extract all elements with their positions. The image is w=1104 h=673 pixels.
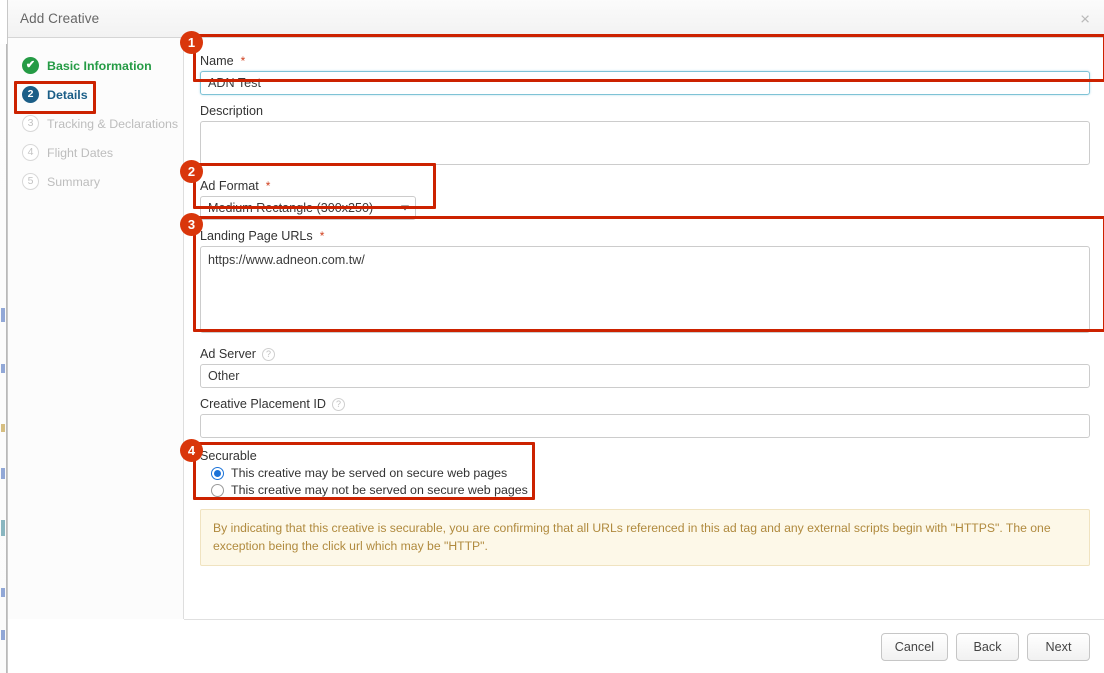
ad-server-input[interactable] — [200, 364, 1090, 388]
required-marker: * — [240, 54, 246, 68]
background-fleck — [1, 364, 5, 373]
ad-format-label: Ad Format * — [200, 179, 1090, 193]
background-fleck — [1, 424, 5, 432]
next-button[interactable]: Next — [1027, 632, 1090, 661]
radio-icon-selected[interactable] — [211, 466, 224, 480]
modal-footer: Cancel Back Next — [184, 619, 1104, 673]
landing-page-urls-field-group: Landing Page URLs * https://www.adneon.co… — [200, 229, 1090, 338]
sidebar-item-summary[interactable]: 5 Summary — [8, 167, 183, 196]
step-number-badge: 3 — [22, 115, 39, 132]
name-label: Name * — [200, 54, 1090, 68]
ad-format-label-text: Ad Format — [200, 179, 259, 193]
landing-page-urls-textarea[interactable]: https://www.adneon.com.tw/ — [200, 246, 1090, 333]
landing-page-urls-label-text: Landing Page URLs — [200, 229, 313, 243]
annotation-badge-4: 4 — [180, 439, 203, 462]
back-button[interactable]: Back — [956, 632, 1019, 661]
background-fleck — [1, 308, 5, 322]
help-icon[interactable]: ? — [262, 347, 275, 361]
creative-placement-id-field-group: Creative Placement ID ? — [200, 397, 1090, 438]
close-icon[interactable]: × — [1080, 10, 1090, 27]
annotation-badge-1: 1 — [180, 31, 203, 54]
sidebar-item-flight-dates[interactable]: 4 Flight Dates — [8, 138, 183, 167]
modal-body: ✔ Basic Information 2 Details 3 Tracking… — [8, 31, 1104, 619]
background-fleck — [1, 520, 5, 536]
name-label-text: Name — [200, 54, 234, 68]
step-sidebar: ✔ Basic Information 2 Details 3 Tracking… — [8, 38, 184, 619]
required-marker: * — [319, 229, 325, 243]
modal-title: Add Creative — [20, 11, 100, 26]
step-number-badge: 4 — [22, 144, 39, 161]
ad-server-label: Ad Server ? — [200, 347, 1090, 361]
sidebar-item-label: Details — [47, 87, 88, 102]
name-field-group: Name * — [200, 54, 1090, 95]
creative-placement-id-input[interactable] — [200, 414, 1090, 438]
sidebar-item-details[interactable]: 2 Details — [8, 80, 183, 109]
description-label-text: Description — [200, 104, 263, 118]
name-input[interactable] — [200, 71, 1090, 95]
securable-warning-banner: By indicating that this creative is secu… — [200, 509, 1090, 566]
securable-option-label: This creative may be served on secure we… — [231, 466, 508, 480]
sidebar-item-label: Summary — [47, 174, 101, 189]
details-form: Name * Description Ad Format * Medium Rect… — [180, 31, 1104, 619]
step-number-badge: 5 — [22, 173, 39, 190]
annotation-badge-3: 3 — [180, 213, 203, 236]
securable-option-no[interactable]: This creative may not be served on secur… — [211, 483, 1090, 497]
description-field-group: Description — [200, 104, 1090, 170]
securable-label-text: Securable — [200, 449, 257, 463]
step-number-badge: 2 — [22, 86, 39, 103]
ad-format-select[interactable]: Medium Rectangle (300x250) — [200, 196, 416, 220]
securable-label: Securable — [200, 449, 1090, 463]
background-fleck — [1, 468, 5, 479]
sidebar-item-label: Flight Dates — [47, 145, 114, 160]
landing-page-urls-label: Landing Page URLs * — [200, 229, 1090, 243]
help-icon[interactable]: ? — [332, 397, 345, 411]
sidebar-item-basic-information[interactable]: ✔ Basic Information — [8, 51, 183, 80]
background-fleck — [1, 630, 5, 640]
add-creative-modal: Add Creative × ✔ Basic Information 2 Det… — [7, 0, 1104, 673]
background-strip — [0, 44, 7, 673]
securable-option-label: This creative may not be served on secur… — [231, 483, 528, 497]
securable-field-group: Securable This creative may be served on… — [200, 449, 1090, 497]
ad-server-field-group: Ad Server ? — [200, 347, 1090, 388]
background-fleck — [1, 588, 5, 597]
ad-server-label-text: Ad Server — [200, 347, 256, 361]
radio-icon[interactable] — [211, 483, 224, 497]
required-marker: * — [265, 179, 271, 193]
ad-format-field-group: Ad Format * Medium Rectangle (300x250) — [200, 179, 1090, 220]
step-check-icon: ✔ — [22, 57, 39, 74]
creative-placement-id-label-text: Creative Placement ID — [200, 397, 326, 411]
cancel-button[interactable]: Cancel — [880, 632, 948, 661]
sidebar-item-label: Tracking & Declarations — [47, 116, 179, 131]
ad-format-select-wrap: Medium Rectangle (300x250) — [200, 196, 416, 220]
securable-option-yes[interactable]: This creative may be served on secure we… — [211, 466, 1090, 480]
description-textarea[interactable] — [200, 121, 1090, 165]
description-label: Description — [200, 104, 1090, 118]
modal-titlebar: Add Creative × — [8, 0, 1104, 38]
annotation-badge-2: 2 — [180, 160, 203, 183]
sidebar-item-label: Basic Information — [47, 58, 152, 73]
sidebar-item-tracking-declarations[interactable]: 3 Tracking & Declarations — [8, 109, 183, 138]
creative-placement-id-label: Creative Placement ID ? — [200, 397, 1090, 411]
